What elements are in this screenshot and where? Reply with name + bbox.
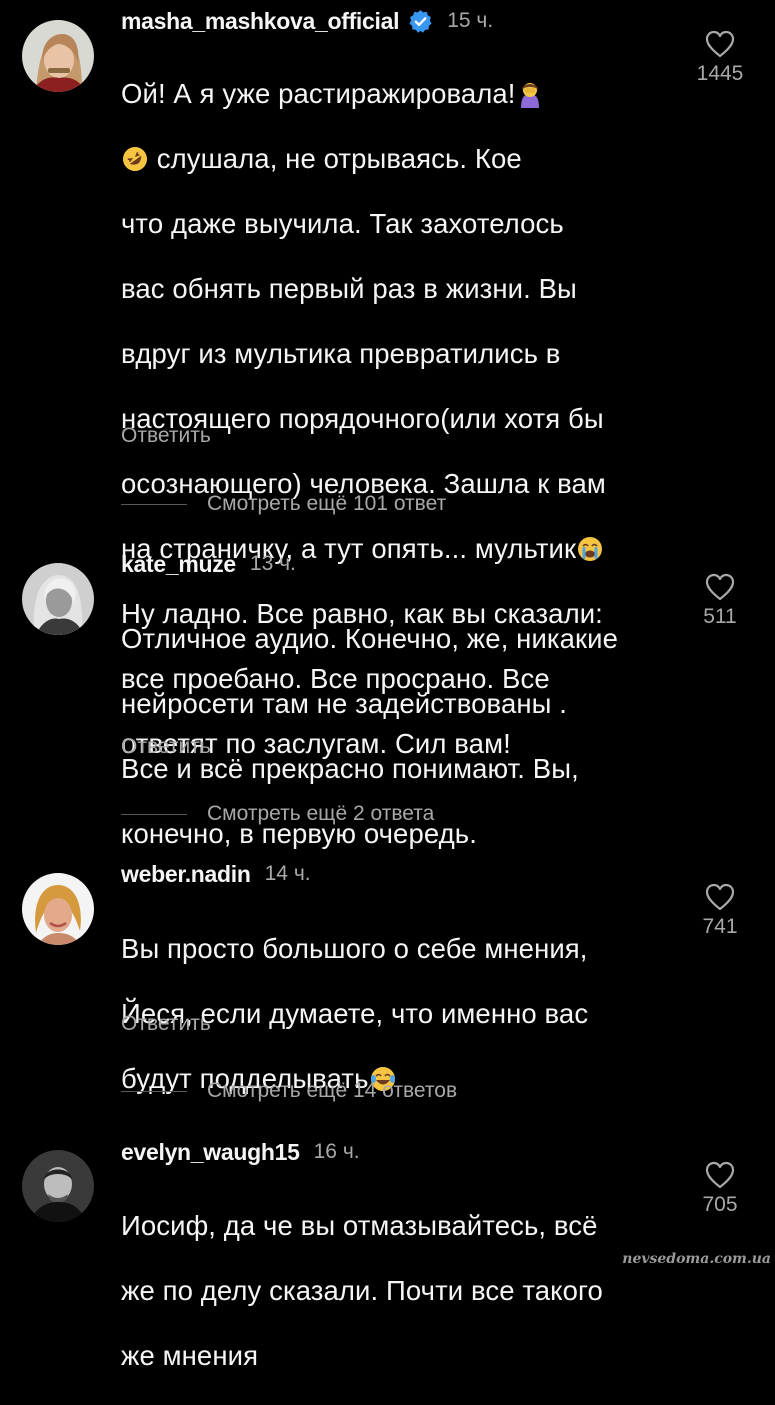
view-more-replies[interactable]: Смотреть ещё 14 ответов <box>121 1079 457 1103</box>
avatar[interactable] <box>22 873 94 945</box>
avatar[interactable] <box>22 563 94 635</box>
like-button[interactable]: 705 <box>680 1161 760 1217</box>
reply-button[interactable]: Ответить <box>121 735 211 759</box>
username[interactable]: kate_muze <box>121 551 236 578</box>
comment-line: вдруг из мультика превратились в <box>121 337 561 369</box>
divider <box>121 1090 187 1092</box>
like-count: 511 <box>703 605 737 628</box>
view-more-replies[interactable]: Смотреть ещё 101 ответ <box>121 492 446 516</box>
view-more-replies-label[interactable]: Смотреть ещё 2 ответа <box>207 802 434 826</box>
heart-icon[interactable] <box>680 883 760 911</box>
comment-line: Ой! А я уже растиражировала! <box>121 77 516 109</box>
comment-line: нейросети там не задействованы . <box>121 687 567 719</box>
verified-badge-icon <box>408 9 433 34</box>
username[interactable]: masha_mashkova_official <box>121 8 399 35</box>
comment-time: 14 ч. <box>264 862 311 885</box>
like-count: 741 <box>702 915 738 938</box>
reply-button[interactable]: Ответить <box>121 1012 211 1036</box>
comment-header: evelyn_waugh15 16 ч. <box>121 1135 360 1169</box>
rolling-on-floor-laughing-emoji <box>121 145 149 173</box>
woman-facepalming-emoji <box>516 80 544 108</box>
comment-line: же по делу сказали. Почти все такого <box>121 1274 603 1306</box>
comment-line: же мнения <box>121 1339 259 1371</box>
comment-header: masha_mashkova_official 15 ч. <box>121 4 493 38</box>
view-more-replies-label[interactable]: Смотреть ещё 14 ответов <box>207 1079 457 1103</box>
comment-header: kate_muze 13 ч. <box>121 547 296 581</box>
comment-text: Иосиф, да че вы отмазывайтесь, всё же по… <box>121 1177 681 1405</box>
comment-line: Вы просто большого о себе мнения, <box>121 932 588 964</box>
comment-line: что даже выучила. Так захотелось <box>121 207 564 239</box>
divider <box>121 503 187 505</box>
comment-time: 13 ч. <box>249 552 296 575</box>
comment-line: слушала, не отрываясь. Кое <box>156 142 522 174</box>
like-count: 1445 <box>696 62 744 85</box>
view-more-replies-label[interactable]: Смотреть ещё 101 ответ <box>207 492 446 516</box>
view-more-replies[interactable]: Смотреть ещё 2 ответа <box>121 802 434 826</box>
username[interactable]: weber.nadin <box>121 861 251 888</box>
username[interactable]: evelyn_waugh15 <box>121 1139 300 1166</box>
like-button[interactable]: 1445 <box>680 30 760 86</box>
avatar[interactable] <box>22 20 94 92</box>
comment-time: 16 ч. <box>313 1140 360 1163</box>
divider <box>121 813 187 815</box>
heart-icon[interactable] <box>680 1161 760 1189</box>
loudly-crying-emoji <box>576 535 604 563</box>
like-button[interactable]: 741 <box>680 883 760 939</box>
heart-icon[interactable] <box>680 30 760 58</box>
comment-line: вас обнять первый раз в жизни. Вы <box>121 272 577 304</box>
avatar[interactable] <box>22 1150 94 1222</box>
comment-line: Отличное аудио. Конечно, же, никакие <box>121 622 619 654</box>
comment-time: 15 ч. <box>447 9 494 32</box>
comment-line: Иосиф, да че вы отмазывайтесь, всё <box>121 1209 598 1241</box>
heart-icon[interactable] <box>680 573 760 601</box>
like-count: 705 <box>702 1193 738 1216</box>
like-button[interactable]: 511 <box>680 573 760 629</box>
comment-header: weber.nadin 14 ч. <box>121 857 311 891</box>
watermark: nevsedoma.com.ua <box>622 1251 771 1267</box>
reply-button[interactable]: Ответить <box>121 424 211 448</box>
